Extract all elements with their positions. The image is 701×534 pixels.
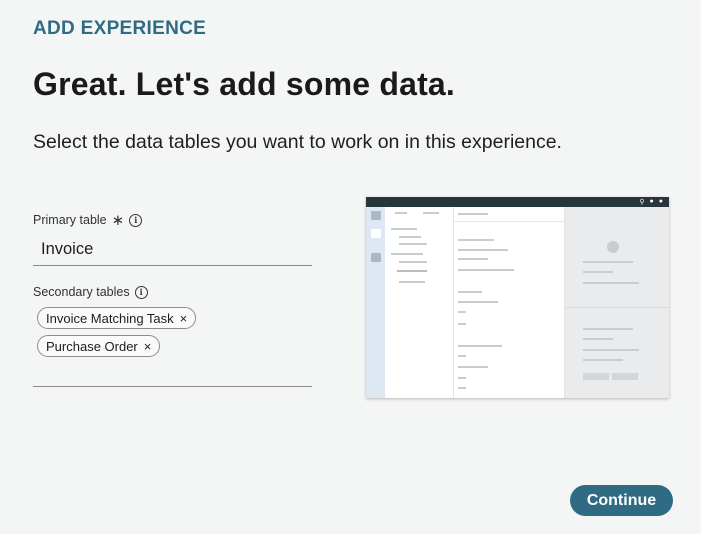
chip-purchase-order: Purchase Order × — [37, 335, 161, 357]
secondary-tables-label-row: Secondary tables i — [33, 285, 148, 299]
page-title: Great. Let's add some data. — [33, 66, 456, 102]
home-icon — [371, 211, 381, 220]
remove-chip-icon[interactable]: × — [180, 312, 188, 325]
preview-list — [454, 207, 565, 398]
page-subtitle: Select the data tables you want to work … — [33, 131, 562, 153]
chip-invoice-matching-task: Invoice Matching Task × — [37, 307, 197, 329]
secondary-tables-label: Secondary tables — [33, 285, 130, 299]
inbox-icon — [371, 253, 381, 262]
primary-table-input[interactable]: Invoice — [33, 240, 312, 259]
bell-icon: ● — [649, 198, 654, 205]
info-icon[interactable]: i — [129, 213, 143, 227]
menu-icon — [371, 229, 381, 238]
preview-detail — [565, 207, 669, 398]
search-icon: ⚲ — [639, 199, 645, 206]
eyebrow-heading: ADD EXPERIENCE — [33, 18, 207, 39]
required-asterisk: ∗ — [111, 212, 125, 229]
primary-table-label-row: Primary table ∗ i — [33, 212, 143, 229]
secondary-tables-underline[interactable] — [33, 386, 312, 387]
info-icon[interactable]: i — [134, 285, 148, 299]
preview-topbar: ⚲ ● ● — [366, 197, 669, 207]
preview-rail — [366, 207, 385, 398]
chip-label: Purchase Order — [46, 338, 138, 354]
chip-label: Invoice Matching Task — [46, 310, 174, 326]
user-icon: ● — [658, 198, 663, 205]
continue-button[interactable]: Continue — [570, 485, 673, 516]
preview-topbar-icons: ⚲ ● ● — [639, 198, 663, 206]
remove-chip-icon[interactable]: × — [144, 340, 152, 353]
preview-nav — [385, 207, 454, 398]
primary-table-label: Primary table — [33, 213, 107, 227]
experience-preview-image: ⚲ ● ● — [366, 197, 669, 398]
primary-table-underline — [33, 265, 312, 266]
